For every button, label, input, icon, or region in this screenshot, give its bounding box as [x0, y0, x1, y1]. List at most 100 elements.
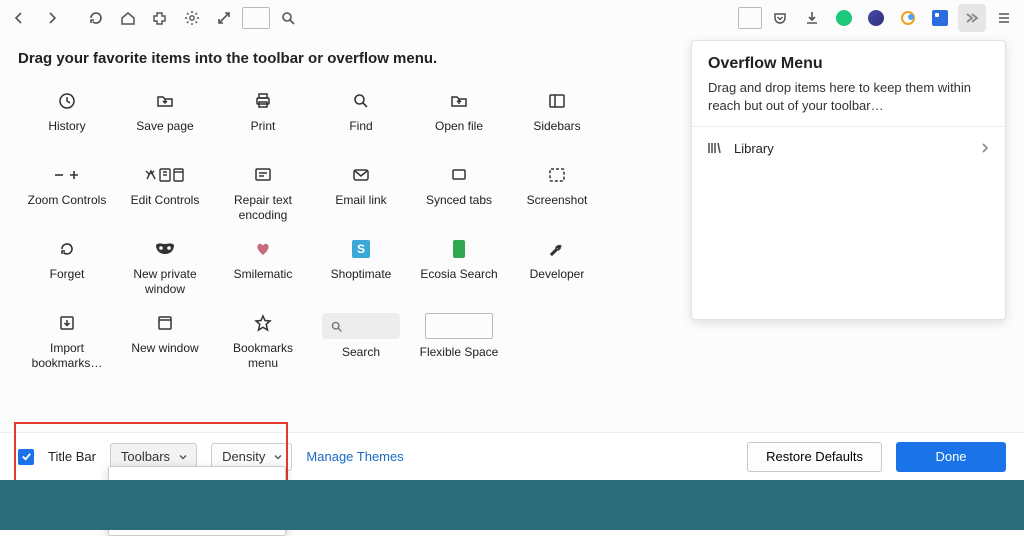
- library-icon: [706, 140, 722, 156]
- item-sidebars[interactable]: Sidebars: [508, 85, 606, 149]
- search-button[interactable]: [274, 4, 302, 32]
- overflow-description: Drag and drop items here to keep them wi…: [708, 79, 989, 114]
- printer-icon: [254, 91, 272, 111]
- item-private-window[interactable]: New private window: [116, 233, 214, 297]
- import-icon: [58, 313, 76, 333]
- done-label: Done: [935, 449, 966, 464]
- back-button[interactable]: [6, 4, 34, 32]
- item-label: New window: [131, 341, 198, 356]
- item-open-file[interactable]: Open file: [410, 85, 508, 149]
- item-label: Shoptimate: [331, 267, 392, 282]
- ecosia-icon: [453, 239, 465, 259]
- item-label: Open file: [435, 119, 483, 134]
- item-label: Save page: [136, 119, 193, 134]
- item-label: New private window: [119, 267, 211, 297]
- restore-label: Restore Defaults: [766, 449, 863, 464]
- mask-icon: [154, 239, 176, 259]
- mail-icon: [352, 165, 370, 185]
- folder-up-icon: [450, 91, 468, 111]
- item-find[interactable]: Find: [312, 85, 410, 149]
- chevron-down-icon: [273, 452, 283, 462]
- searchbox-preview: [322, 313, 400, 339]
- chevron-right-icon: [979, 142, 991, 154]
- item-label: Repair text encoding: [217, 193, 309, 223]
- clock-icon: [58, 91, 76, 111]
- pocket-button[interactable]: [766, 4, 794, 32]
- item-edit-controls[interactable]: Edit Controls: [116, 159, 214, 223]
- reload-button[interactable]: [82, 4, 110, 32]
- zoom-icon: [52, 165, 82, 185]
- wrench-icon: [548, 239, 566, 259]
- item-developer[interactable]: Developer: [508, 233, 606, 297]
- sidebar-icon: [548, 91, 566, 111]
- item-label: Email link: [335, 193, 386, 208]
- placeholder-box-right: [738, 7, 762, 29]
- titlebar-label: Title Bar: [48, 449, 96, 464]
- item-bookmarks-menu[interactable]: Bookmarks menu: [214, 307, 312, 371]
- fullscreen-button[interactable]: [210, 4, 238, 32]
- item-label: Bookmarks menu: [217, 341, 309, 371]
- item-save-page[interactable]: Save page: [116, 85, 214, 149]
- ext-bluebox-icon[interactable]: [926, 4, 954, 32]
- item-ecosia[interactable]: Ecosia Search: [410, 233, 508, 297]
- hamburger-menu-button[interactable]: [990, 4, 1018, 32]
- shoptimate-icon: S: [352, 239, 370, 259]
- restore-defaults-button[interactable]: Restore Defaults: [747, 442, 882, 472]
- item-shoptimate[interactable]: S Shoptimate: [312, 233, 410, 297]
- item-repair-text[interactable]: Repair text encoding: [214, 159, 312, 223]
- item-screenshot[interactable]: Screenshot: [508, 159, 606, 223]
- downloads-button[interactable]: [798, 4, 826, 32]
- overflow-item-library[interactable]: Library: [692, 127, 1005, 169]
- item-history[interactable]: History: [18, 85, 116, 149]
- item-flexible-space[interactable]: Flexible Space: [410, 307, 508, 371]
- item-print[interactable]: Print: [214, 85, 312, 149]
- window-footer-strip: [0, 480, 1024, 530]
- item-label: Sidebars: [533, 119, 580, 134]
- chevron-down-icon: [178, 452, 188, 462]
- edit-icon: [143, 165, 187, 185]
- overflow-panel: Overflow Menu Drag and drop items here t…: [691, 40, 1006, 320]
- browser-toolbar: [0, 0, 1024, 36]
- ext-ring-icon[interactable]: [894, 4, 922, 32]
- item-forget[interactable]: Forget: [18, 233, 116, 297]
- done-button[interactable]: Done: [896, 442, 1006, 472]
- item-label: Synced tabs: [426, 193, 492, 208]
- ext-purple-icon[interactable]: [862, 4, 890, 32]
- settings-button[interactable]: [178, 4, 206, 32]
- item-label: History: [48, 119, 85, 134]
- home-button[interactable]: [114, 4, 142, 32]
- extensions-button[interactable]: [146, 4, 174, 32]
- overflow-title: Overflow Menu: [708, 55, 989, 73]
- item-email-link[interactable]: Email link: [312, 159, 410, 223]
- heart-icon: [255, 239, 271, 259]
- overflow-chevron-button[interactable]: [958, 4, 986, 32]
- item-label: Find: [349, 119, 372, 134]
- window-icon: [156, 313, 174, 333]
- placeholder-box-left: [242, 7, 270, 29]
- forward-button[interactable]: [38, 4, 66, 32]
- titlebar-checkbox[interactable]: [18, 449, 34, 465]
- density-label: Density: [222, 449, 265, 464]
- overflow-header: Overflow Menu Drag and drop items here t…: [692, 41, 1005, 127]
- ext-grammarly-icon[interactable]: [830, 4, 858, 32]
- overflow-item-label: Library: [734, 141, 774, 156]
- flexspace-preview: [425, 313, 493, 339]
- star-icon: [254, 313, 272, 333]
- manage-themes-link[interactable]: Manage Themes: [306, 449, 403, 464]
- syncedtabs-icon: [450, 165, 468, 185]
- repair-icon: [254, 165, 272, 185]
- item-synced-tabs[interactable]: Synced tabs: [410, 159, 508, 223]
- item-new-window[interactable]: New window: [116, 307, 214, 371]
- item-search-box[interactable]: Search: [312, 307, 410, 371]
- item-label: Import bookmarks…: [21, 341, 113, 371]
- item-label: Print: [251, 119, 276, 134]
- item-label: Zoom Controls: [28, 193, 107, 208]
- toolbars-label: Toolbars: [121, 449, 170, 464]
- item-label: Ecosia Search: [420, 267, 497, 282]
- item-import-bookmarks[interactable]: Import bookmarks…: [18, 307, 116, 371]
- item-zoom-controls[interactable]: Zoom Controls: [18, 159, 116, 223]
- item-label: Screenshot: [527, 193, 588, 208]
- item-smilematic[interactable]: Smilematic: [214, 233, 312, 297]
- screenshot-icon: [548, 165, 566, 185]
- item-label: Developer: [530, 267, 585, 282]
